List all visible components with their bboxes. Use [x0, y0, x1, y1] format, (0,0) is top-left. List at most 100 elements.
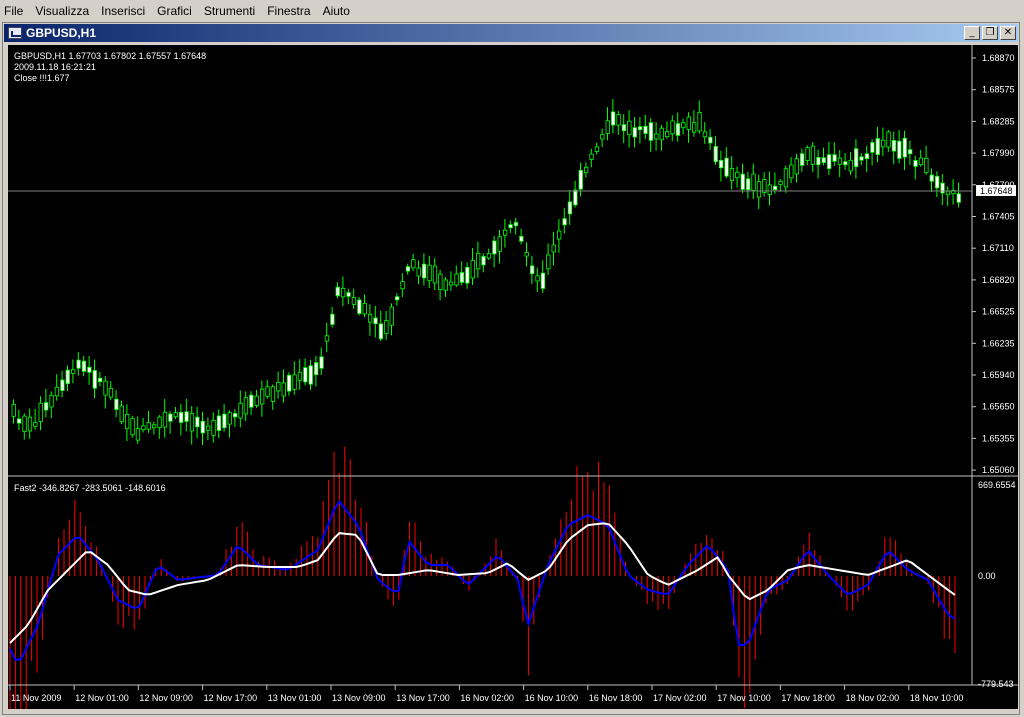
- candle-body: [918, 157, 924, 166]
- price-axis: 1.688701.685751.682851.679901.677001.674…: [972, 53, 1015, 475]
- candle-body: [87, 366, 92, 373]
- candle-body: [65, 369, 70, 385]
- candle-body: [92, 370, 97, 389]
- close-button[interactable]: ✕: [1000, 26, 1016, 40]
- candle-body: [724, 157, 729, 177]
- current-price-label: 1.67648: [980, 186, 1013, 196]
- price-info-line-3: Close !!!1.677: [14, 73, 70, 83]
- time-axis-label: 16 Nov 18:00: [589, 693, 643, 703]
- candle-body: [330, 313, 335, 325]
- candle-body: [702, 131, 708, 138]
- menu-insert[interactable]: Inserisci: [95, 4, 151, 18]
- menu-tools[interactable]: Strumenti: [198, 4, 261, 18]
- candle-body: [897, 140, 902, 159]
- candle-body: [38, 402, 43, 422]
- candle-body: [394, 296, 400, 301]
- candle-body: [864, 153, 870, 159]
- minimize-button[interactable]: _: [964, 26, 980, 40]
- menu-file[interactable]: File: [0, 4, 29, 18]
- candle-body: [843, 161, 848, 166]
- candle-body: [578, 169, 583, 190]
- candle-body: [713, 146, 718, 163]
- candle-body: [659, 127, 664, 141]
- candle-body: [665, 131, 670, 138]
- candle-body: [189, 413, 195, 432]
- candle-body: [367, 313, 373, 323]
- candle-body: [98, 377, 103, 383]
- window-titlebar[interactable]: GBPUSD,H1 _ ❐ ✕: [4, 24, 1018, 42]
- indicator-axis-label: 0.00: [978, 571, 996, 581]
- candle-body: [924, 157, 929, 173]
- candle-body: [405, 266, 411, 272]
- candle-body: [767, 184, 772, 195]
- candle-body: [502, 229, 508, 236]
- menu-window[interactable]: Finestra: [261, 4, 316, 18]
- candle-body: [205, 425, 211, 431]
- menu-charts[interactable]: Grafici: [151, 4, 198, 18]
- candle-body: [708, 136, 713, 144]
- candle-body: [600, 134, 605, 140]
- candle-body: [254, 395, 259, 406]
- candle-body: [443, 279, 448, 291]
- candle-body: [276, 382, 281, 392]
- time-axis-label: 13 Nov 17:00: [396, 693, 450, 703]
- restore-button[interactable]: ❐: [982, 26, 998, 40]
- candle-body: [789, 164, 794, 179]
- candle-body: [557, 230, 562, 240]
- candle-body: [589, 153, 594, 160]
- time-axis-label: 11 Nov 2009: [11, 693, 61, 703]
- candle-body: [837, 157, 843, 165]
- candle-body: [238, 402, 243, 419]
- candle-body: [54, 386, 60, 397]
- candle-body: [821, 157, 826, 164]
- candle-body: [783, 168, 789, 188]
- price-axis-label: 1.67990: [982, 148, 1015, 158]
- candle-body: [184, 411, 189, 422]
- candle-body: [632, 127, 637, 138]
- candle-body: [227, 412, 232, 425]
- menu-help[interactable]: Aiuto: [317, 4, 356, 18]
- indicator-axis-label: 669.6554: [978, 480, 1016, 490]
- candle-body: [427, 264, 432, 282]
- candle-body: [805, 147, 810, 161]
- candle-body: [324, 335, 330, 342]
- candle-body: [303, 367, 308, 383]
- time-axis-label: 18 Nov 10:00: [910, 693, 964, 703]
- candle-body: [573, 189, 578, 206]
- time-axis-label: 16 Nov 02:00: [460, 693, 514, 703]
- candle-body: [540, 272, 546, 289]
- candle-body: [49, 394, 54, 408]
- price-axis-label: 1.68285: [982, 116, 1015, 126]
- candle-body: [524, 252, 529, 257]
- candle-body: [475, 252, 481, 270]
- candle-body: [108, 387, 114, 398]
- price-axis-label: 1.67405: [982, 212, 1015, 222]
- candle-body: [125, 413, 130, 430]
- time-axis-label: 17 Nov 02:00: [653, 693, 707, 703]
- candle-body: [222, 413, 227, 429]
- candle-body: [71, 369, 76, 374]
- candle-body: [551, 244, 556, 253]
- candle-body: [497, 236, 502, 252]
- candle-body: [357, 299, 362, 314]
- candle-body: [27, 416, 33, 432]
- candle-body: [22, 415, 27, 432]
- candle-body: [648, 122, 654, 141]
- candle-body: [908, 149, 913, 155]
- candle-body: [756, 181, 762, 198]
- candle-body: [151, 424, 157, 429]
- chart-canvas[interactable]: GBPUSD,H1 1.67703 1.67802 1.67557 1.6764…: [8, 45, 1018, 717]
- slow-line: [9, 522, 956, 644]
- candle-body: [530, 265, 535, 275]
- candle-body: [178, 412, 184, 423]
- indicator-label: Fast2 -346.8267 -283.5061 -148.6016: [14, 483, 166, 493]
- candle-body: [465, 266, 470, 284]
- candle-body: [519, 236, 524, 242]
- candle-body: [11, 403, 16, 417]
- candle-body: [470, 260, 475, 279]
- menu-view[interactable]: Visualizza: [29, 4, 95, 18]
- candle-body: [249, 394, 254, 408]
- candle-body: [313, 362, 319, 376]
- candle-body: [675, 123, 681, 136]
- candle-body: [902, 137, 907, 158]
